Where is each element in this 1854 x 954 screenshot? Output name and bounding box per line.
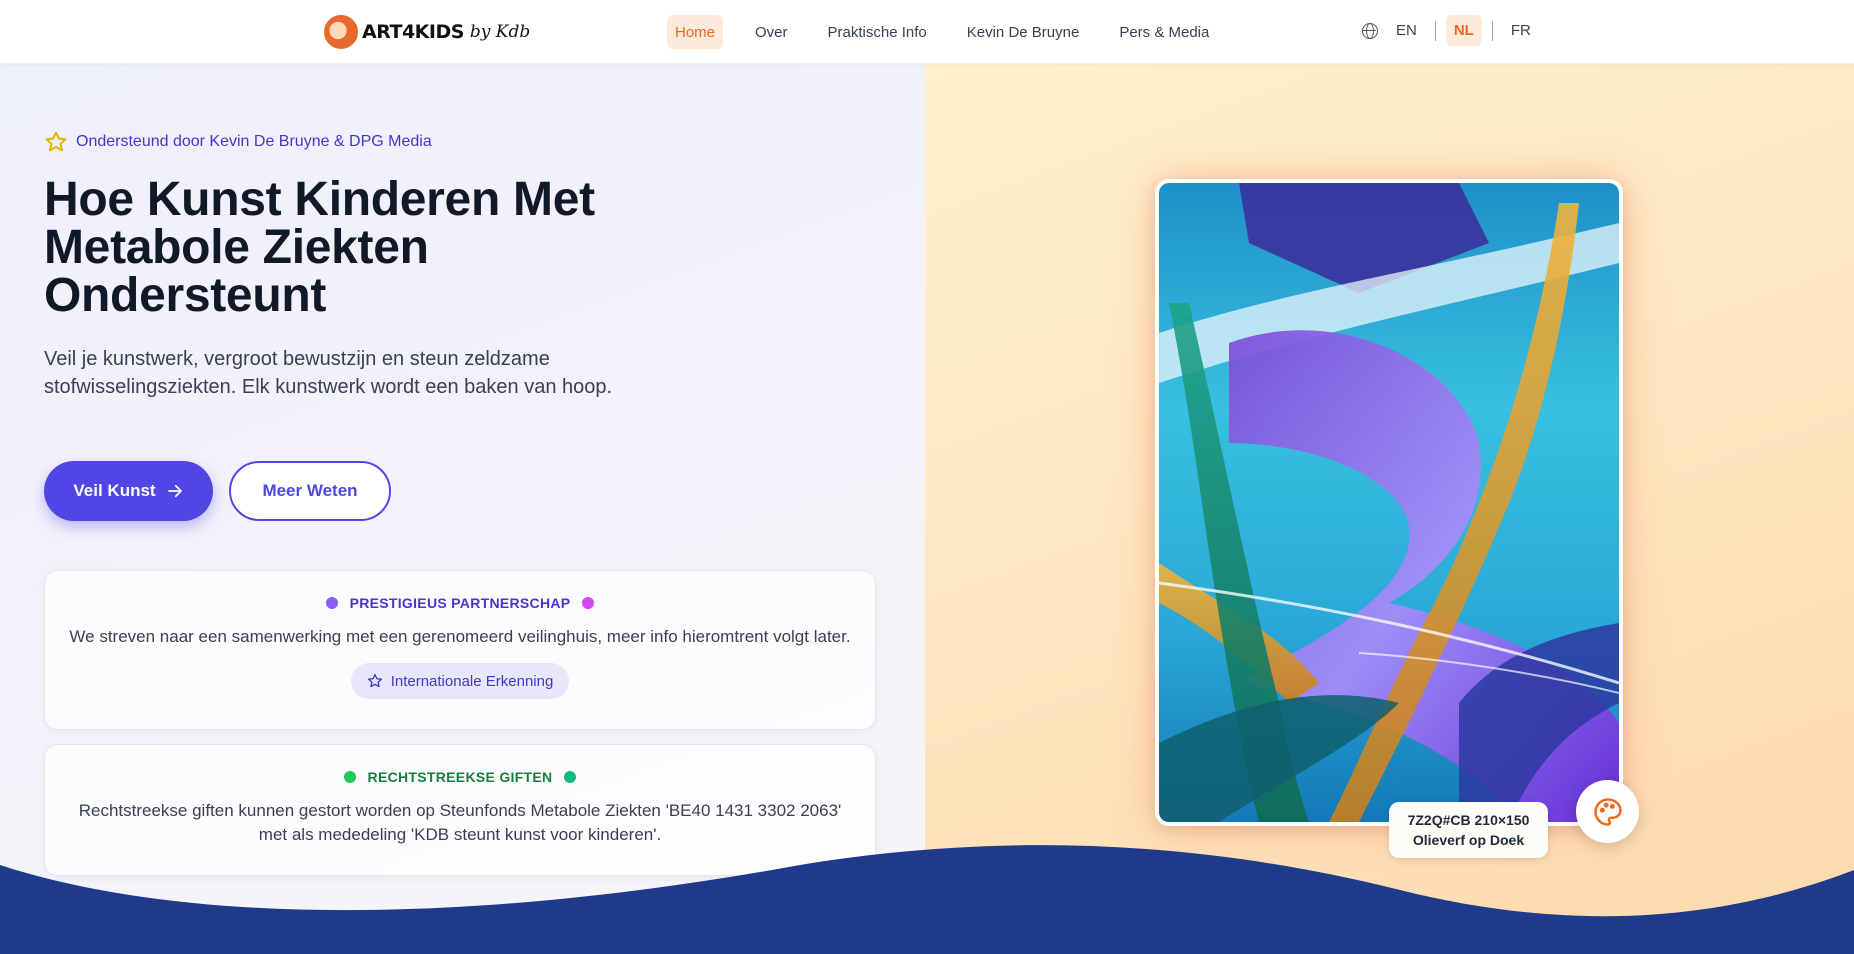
page-title: Hoe Kunst Kinderen Met Metabole Ziekten … bbox=[44, 173, 595, 322]
partnership-card-heading: PRESTIGIEUS PARTNERSCHAP bbox=[45, 595, 875, 611]
globe-icon bbox=[1362, 22, 1378, 39]
language-fr[interactable]: FR bbox=[1503, 15, 1539, 46]
site-header: ART4KIDS by Kdb Home Over Praktische Inf… bbox=[0, 0, 1854, 64]
hero-subtitle: Veil je kunstwerk, vergroot bewustzijn e… bbox=[44, 348, 613, 398]
partnership-heading-text: PRESTIGIEUS PARTNERSCHAP bbox=[349, 595, 571, 611]
arrow-right-icon bbox=[167, 484, 182, 498]
nav-item-kevin-de-bruyne[interactable]: Kevin De Bruyne bbox=[959, 15, 1088, 49]
artwork-frame[interactable] bbox=[1155, 179, 1623, 826]
nav-item-over[interactable]: Over bbox=[747, 15, 796, 49]
donations-heading-text: RECHTSTREEKSE GIFTEN bbox=[367, 769, 553, 785]
support-text: Ondersteund door Kevin De Bruyne & DPG M… bbox=[76, 133, 432, 150]
star-outline-icon bbox=[367, 674, 382, 688]
recognition-chip-label: Internationale Erkenning bbox=[390, 672, 554, 690]
donations-card-heading: RECHTSTREEKSE GIFTEN bbox=[45, 769, 875, 785]
main-nav: Home Over Praktische Info Kevin De Bruyn… bbox=[667, 15, 1217, 49]
language-divider bbox=[1491, 20, 1493, 41]
partnership-card-text: We streven naar een samenwerking met een… bbox=[69, 627, 851, 646]
recognition-chip: Internationale Erkenning bbox=[351, 663, 569, 699]
veil-kunst-label: Veil Kunst bbox=[73, 481, 156, 500]
language-divider bbox=[1434, 20, 1436, 41]
veil-kunst-button[interactable]: Veil Kunst bbox=[44, 461, 213, 521]
dot-icon bbox=[325, 597, 338, 609]
logo-subtext: by Kdb bbox=[469, 22, 531, 42]
language-en[interactable]: EN bbox=[1388, 15, 1425, 46]
dot-icon bbox=[343, 771, 356, 783]
palette-icon bbox=[1593, 797, 1622, 826]
language-nl[interactable]: NL bbox=[1445, 15, 1482, 46]
nav-item-praktische-info[interactable]: Praktische Info bbox=[820, 15, 935, 49]
support-badge: Ondersteund door Kevin De Bruyne & DPG M… bbox=[44, 130, 432, 154]
logo[interactable]: ART4KIDS by Kdb bbox=[324, 12, 530, 52]
artwork-caption-code: 7Z2Q#CB 210×150 bbox=[1407, 812, 1530, 828]
logo-mark-icon bbox=[324, 15, 358, 49]
dot-icon bbox=[564, 771, 577, 783]
palette-button[interactable] bbox=[1576, 780, 1639, 843]
logo-text: ART4KIDS bbox=[362, 21, 464, 43]
star-icon bbox=[45, 131, 67, 152]
nav-item-home[interactable]: Home bbox=[667, 15, 724, 49]
artwork-image bbox=[1159, 183, 1619, 822]
nav-item-pers-media[interactable]: Pers & Media bbox=[1111, 15, 1217, 49]
partnership-card: PRESTIGIEUS PARTNERSCHAP We streven naar… bbox=[44, 570, 876, 730]
dot-icon bbox=[582, 597, 595, 609]
meer-weten-button[interactable]: Meer Weten bbox=[229, 461, 391, 521]
language-switcher: EN NL FR bbox=[1362, 15, 1539, 46]
bottom-wave bbox=[0, 845, 1854, 954]
